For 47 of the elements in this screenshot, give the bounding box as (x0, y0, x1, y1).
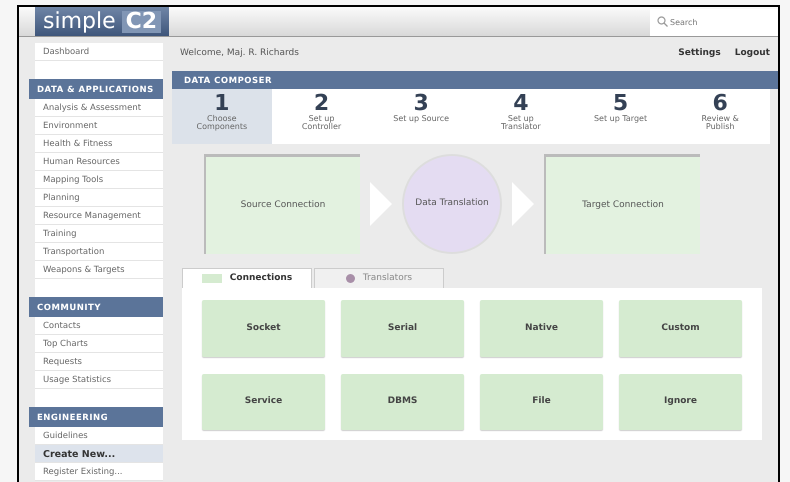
translation-node: Data Translation (402, 154, 502, 254)
welcome-text: Welcome, Maj. R. Richards (180, 47, 299, 60)
sidebar-item[interactable]: Contacts (35, 317, 163, 335)
step-tab[interactable]: 4 Set up Translator (471, 89, 571, 144)
sidebar-item[interactable]: Training (35, 225, 163, 243)
component-tile[interactable]: Service (202, 374, 325, 430)
sidebar-item[interactable]: Planning (35, 189, 163, 207)
component-tile[interactable]: Ignore (619, 374, 742, 430)
sidebar-item[interactable]: Requests (35, 353, 163, 371)
sidebar-item[interactable]: Transportation (35, 243, 163, 261)
sidebar-section-header: COMMUNITY (29, 297, 163, 317)
step-tab[interactable]: 2 Set up Controller (272, 89, 372, 144)
sidebar-item[interactable]: Dashboard (35, 43, 163, 61)
component-tile[interactable]: Custom (619, 300, 742, 356)
step-tab[interactable]: 5 Set up Target (570, 89, 670, 144)
search-field[interactable]: Search (650, 9, 778, 36)
sidebar-item[interactable]: Guidelines (35, 427, 163, 445)
connection-node: Source Connection (204, 154, 360, 254)
sidebar-item[interactable]: Top Charts (35, 335, 163, 353)
nav-link[interactable]: Settings (678, 47, 721, 61)
sidebar-item[interactable]: Environment (35, 117, 163, 135)
sidebar-item[interactable]: Create New... (35, 445, 163, 463)
tab[interactable]: Connections (182, 268, 312, 288)
sidebar-item[interactable]: Human Resources (35, 153, 163, 171)
sidebar-item[interactable]: Weapons & Targets (35, 261, 163, 279)
step-tab[interactable]: 1 Choose Components (172, 89, 272, 144)
logo: simple C2 (35, 7, 170, 36)
component-tile[interactable]: Serial (341, 300, 464, 356)
sidebar-item[interactable]: Usage Statistics (35, 371, 163, 389)
sidebar-section-header: ENGINEERING (29, 407, 163, 427)
tab-label: Translators (362, 272, 412, 285)
section-header: DATA COMPOSER (172, 71, 778, 89)
sidebar-item[interactable]: Resource Management (35, 207, 163, 225)
sidebar-item[interactable]: Analysis & Assessment (35, 99, 163, 117)
sidebar-section-header: DATA & APPLICATIONS (29, 79, 163, 99)
sidebar-item[interactable]: Health & Fitness (35, 135, 163, 153)
tab-label: Connections (230, 272, 292, 285)
step-tab[interactable]: 3 Set up Source (371, 89, 472, 144)
sidebar-item[interactable]: Register Existing... (35, 463, 163, 481)
connection-node: Target Connection (544, 154, 700, 254)
step-tab[interactable]: 6 Review & Publish (670, 89, 770, 144)
component-tile[interactable]: DBMS (341, 374, 464, 430)
component-tile[interactable]: Native (480, 300, 603, 356)
sidebar-item[interactable]: Mapping Tools (35, 171, 163, 189)
component-tile[interactable]: Socket (202, 300, 325, 356)
nav-link[interactable]: Logout (734, 47, 770, 61)
component-tile[interactable]: File (480, 374, 603, 430)
